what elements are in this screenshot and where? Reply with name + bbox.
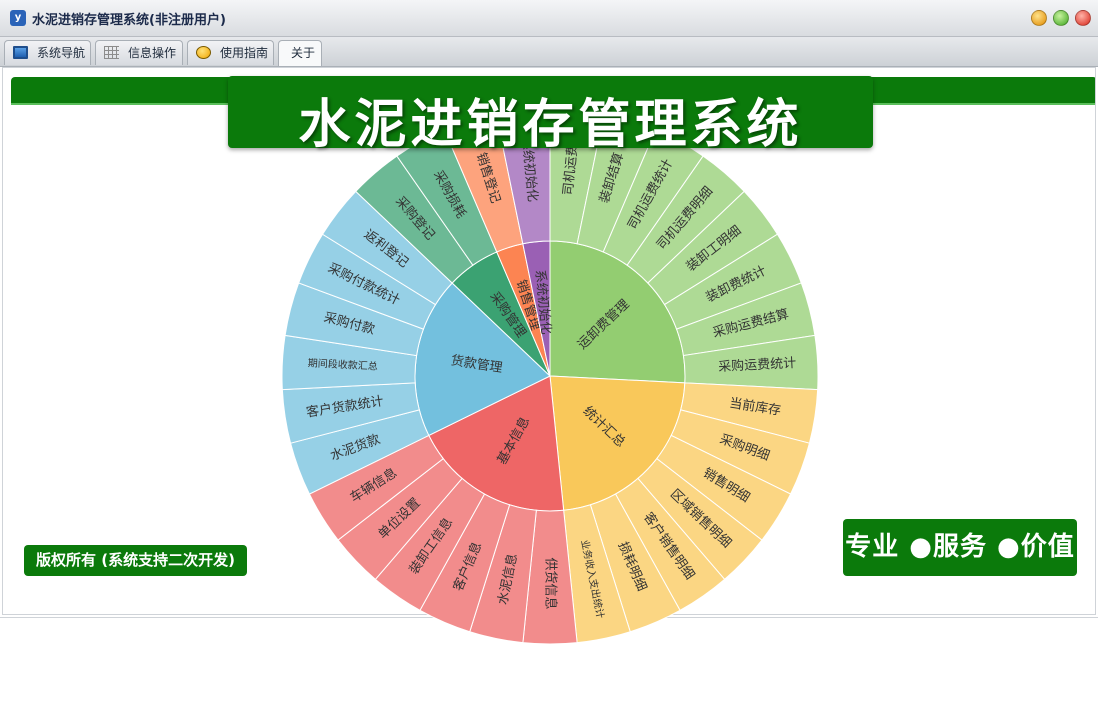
app-window: y 水泥进销存管理系统(非注册用户) 系统导航 信息操作 使用指南 关于 运卸费… — [0, 0, 1098, 645]
slogan-badge: 专业 ●服务 ●价值 — [843, 519, 1077, 576]
title-banner: 水泥进销存管理系统 — [228, 76, 873, 155]
banner-title: 水泥进销存管理系统 — [298, 95, 803, 155]
copyright-badge: 版权所有 (系统支持二次开发) — [24, 545, 247, 576]
sunburst-item-label: 供货信息 — [543, 557, 559, 609]
